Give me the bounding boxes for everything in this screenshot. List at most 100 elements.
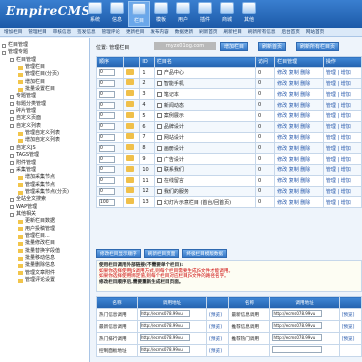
- order-input[interactable]: 0: [99, 123, 115, 131]
- sidebar-item[interactable]: 全站全文搜索: [2, 196, 87, 203]
- column-name-link[interactable]: 幻灯片示意栏目 (首台/回首页): [164, 200, 231, 206]
- column-name-link[interactable]: 笔记本: [164, 92, 179, 98]
- preview-link[interactable]: [预览]: [342, 337, 355, 342]
- order-input[interactable]: 0: [99, 166, 115, 174]
- sidebar-item[interactable]: TAGS管理: [2, 152, 87, 159]
- js-url-input[interactable]: http://ecms078.99vu: [272, 310, 323, 317]
- order-input[interactable]: 100: [99, 198, 115, 206]
- sub-nav-link[interactable]: 发布内容: [150, 29, 168, 35]
- column-name-link[interactable]: 我们的服务: [164, 189, 189, 195]
- row-checkbox[interactable]: [156, 134, 162, 140]
- row-checkbox[interactable]: [156, 167, 162, 173]
- ops-links[interactable]: 管理 | 增加: [326, 146, 351, 152]
- row-checkbox[interactable]: [156, 80, 162, 86]
- row-checkbox[interactable]: [156, 124, 162, 130]
- top-nav-item[interactable]: 插件: [194, 1, 216, 27]
- top-nav-item[interactable]: 系统: [84, 1, 106, 27]
- sidebar-item[interactable]: 增加自定义列表: [2, 137, 87, 144]
- sidebar-item[interactable]: 批量替换字段值: [2, 248, 87, 255]
- sidebar-item[interactable]: 批量设置栏目: [2, 86, 87, 93]
- sub-nav-link[interactable]: 签发信息: [77, 29, 95, 35]
- preview-link[interactable]: [预览]: [342, 313, 355, 318]
- refresh-column-pages-button[interactable]: 刷新栏目页面: [143, 249, 180, 258]
- order-input[interactable]: 0: [99, 155, 115, 163]
- sidebar-item[interactable]: 附件管理: [2, 160, 87, 167]
- sidebar-item[interactable]: 管理文章附件: [2, 270, 87, 277]
- column-name-link[interactable]: 广告设计: [164, 157, 184, 163]
- sub-nav-link[interactable]: 管理评论: [102, 29, 120, 35]
- sub-nav-link[interactable]: 增加栏目: [4, 29, 22, 35]
- sidebar-item[interactable]: 用户投稿管理: [2, 226, 87, 233]
- preview-link[interactable]: [预览]: [209, 337, 222, 342]
- order-input[interactable]: 0: [99, 112, 115, 120]
- sub-nav-link[interactable]: 更新栏目: [126, 29, 144, 35]
- top-nav-item[interactable]: 商城: [216, 1, 238, 27]
- manage-links[interactable]: 修改 复制 删除: [277, 157, 310, 163]
- js-url-input[interactable]: [272, 346, 323, 353]
- ops-links[interactable]: 管理 | 增加: [326, 189, 351, 195]
- preview-link[interactable]: [预览]: [209, 313, 222, 318]
- order-input[interactable]: 0: [99, 144, 115, 152]
- column-name-link[interactable]: 新闻动态: [164, 103, 184, 109]
- sidebar-item[interactable]: 碎片管理: [2, 108, 87, 115]
- sidebar-item[interactable]: 标题分类管理: [2, 101, 87, 108]
- manage-links[interactable]: 修改 复制 删除: [277, 92, 310, 98]
- sidebar-item[interactable]: 增加栏目: [2, 79, 87, 86]
- order-input[interactable]: 0: [99, 101, 115, 109]
- order-input[interactable]: 0: [99, 79, 115, 87]
- sidebar-item[interactable]: 批量修改栏目: [2, 240, 87, 247]
- column-name-link[interactable]: 案例展示: [164, 113, 184, 119]
- order-input[interactable]: 0: [99, 133, 115, 141]
- row-checkbox[interactable]: [156, 145, 162, 151]
- js-url-input[interactable]: http://ecms078.99vu: [272, 322, 323, 329]
- column-name-link[interactable]: 智能手机: [164, 81, 184, 87]
- ops-links[interactable]: 管理 | 增加: [326, 178, 351, 184]
- manage-links[interactable]: 修改 复制 删除: [277, 103, 310, 109]
- manage-links[interactable]: 修改 复制 删除: [277, 178, 310, 184]
- ops-links[interactable]: 管理 | 增加: [326, 157, 351, 163]
- order-input[interactable]: 0: [99, 90, 115, 98]
- js-url-input[interactable]: http://ecms078.99vu: [272, 334, 323, 341]
- manage-links[interactable]: 修改 复制 删除: [277, 81, 310, 87]
- row-checkbox[interactable]: [156, 156, 162, 162]
- ops-links[interactable]: 管理 | 增加: [326, 200, 351, 206]
- js-url-input[interactable]: http://ecms078.99vu: [139, 334, 190, 341]
- js-url-input[interactable]: http://ecms078.99vu: [139, 346, 190, 353]
- top-nav-item[interactable]: 栏目: [128, 1, 150, 27]
- ops-links[interactable]: 管理 | 增加: [326, 103, 351, 109]
- column-name-link[interactable]: 画册设计: [164, 146, 184, 152]
- sidebar-item[interactable]: 管理专题: [2, 49, 87, 56]
- preview-link[interactable]: [预览]: [342, 325, 355, 330]
- refresh-home-button[interactable]: 刷新首页: [258, 42, 287, 51]
- manage-links[interactable]: 修改 复制 删除: [277, 167, 310, 173]
- sub-nav-link[interactable]: 管理栏目: [28, 29, 46, 35]
- ops-links[interactable]: 管理 | 增加: [326, 167, 351, 173]
- manage-links[interactable]: 修改 复制 删除: [277, 200, 310, 206]
- ops-links[interactable]: 管理 | 增加: [326, 124, 351, 130]
- sub-nav-link[interactable]: 网站首页: [306, 29, 324, 35]
- column-name-link[interactable]: 品牌设计: [164, 124, 184, 130]
- sub-nav-link[interactable]: 刷新所有信息: [248, 29, 276, 35]
- order-input[interactable]: 0: [99, 69, 115, 77]
- ops-links[interactable]: 管理 | 增加: [326, 135, 351, 141]
- column-name-link[interactable]: 网站设计: [164, 135, 184, 141]
- ops-links[interactable]: 管理 | 增加: [326, 113, 351, 119]
- sub-nav-link[interactable]: 刷新首页: [199, 29, 217, 35]
- manage-links[interactable]: 修改 复制 删除: [277, 135, 310, 141]
- row-checkbox[interactable]: [156, 91, 162, 97]
- sidebar-item[interactable]: 增加采集节点: [2, 174, 87, 181]
- manage-links[interactable]: 修改 复制 删除: [277, 70, 310, 76]
- sidebar-item[interactable]: 批量删除信息: [2, 262, 87, 269]
- save-order-button[interactable]: 修改栏目显示顺序: [96, 249, 141, 258]
- manage-links[interactable]: 修改 复制 删除: [277, 146, 310, 152]
- row-checkbox[interactable]: [156, 113, 162, 119]
- top-nav-item[interactable]: 用户: [172, 1, 194, 27]
- row-checkbox[interactable]: [156, 178, 162, 184]
- sidebar-item[interactable]: 栏目管理: [2, 57, 87, 64]
- manage-links[interactable]: 修改 复制 删除: [277, 124, 310, 130]
- row-checkbox[interactable]: [156, 188, 162, 194]
- final-column-data-button[interactable]: 终极栏目模版数据: [182, 249, 228, 258]
- sidebar-item[interactable]: 更新栏目数据: [2, 218, 87, 225]
- order-input[interactable]: 0: [99, 187, 115, 195]
- preview-link[interactable]: [预览]: [209, 349, 222, 354]
